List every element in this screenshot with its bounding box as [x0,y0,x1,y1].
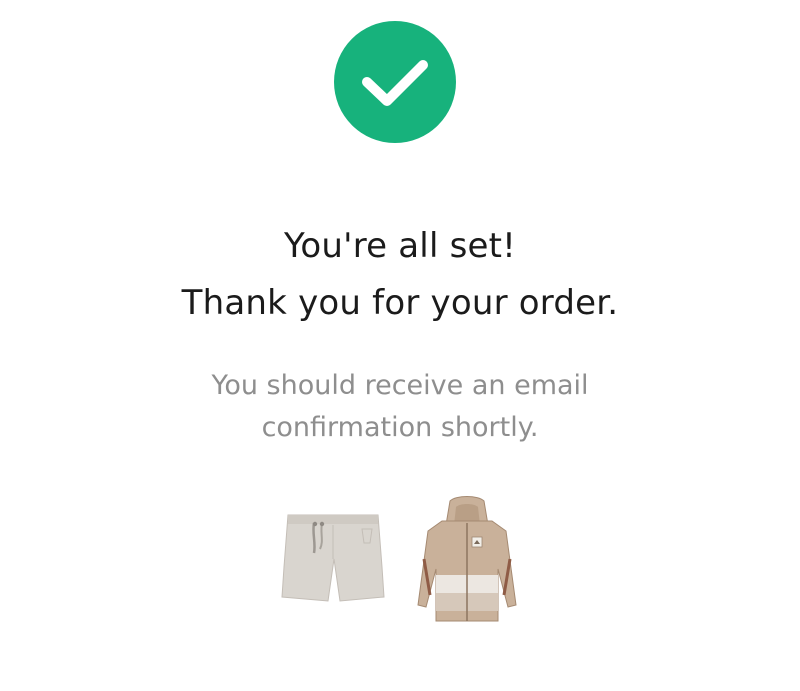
confirmation-title: You're all set! [283,226,517,266]
shorts-product-image [278,509,388,605]
confirmation-message: You should receive an email confirmation… [0,365,800,449]
success-badge [334,21,456,143]
confirmation-message-line2: confirmation shortly. [261,412,539,443]
checkmark-icon [362,60,428,106]
confirmation-message-line1: You should receive an email [211,370,589,401]
confirmation-thanks: Thank you for your order. [181,283,619,323]
ordered-products [0,495,800,625]
jacket-product-image [408,495,526,625]
